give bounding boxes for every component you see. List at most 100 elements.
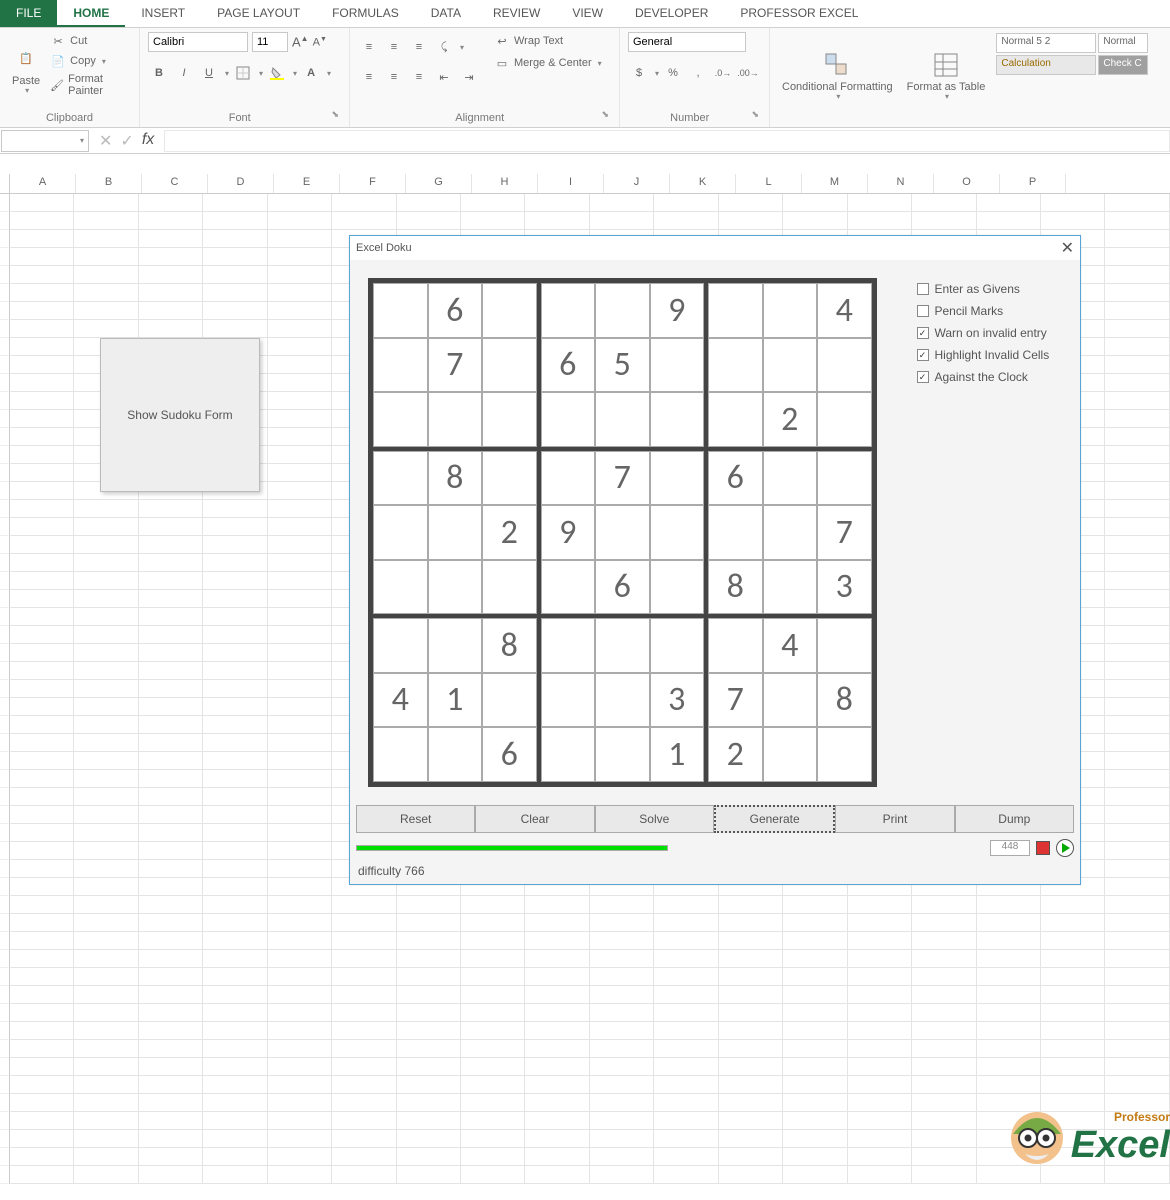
cell[interactable] <box>912 950 976 968</box>
sudoku-cell[interactable]: 7 <box>817 505 872 560</box>
cell[interactable] <box>1105 428 1169 446</box>
cell[interactable] <box>590 194 654 212</box>
cell[interactable] <box>203 644 267 662</box>
cell[interactable] <box>912 1076 976 1094</box>
cell[interactable] <box>268 644 332 662</box>
cell[interactable] <box>590 914 654 932</box>
cell[interactable] <box>1105 914 1169 932</box>
cell[interactable] <box>1041 212 1105 230</box>
cell[interactable] <box>10 1148 74 1166</box>
cell[interactable] <box>525 194 589 212</box>
cell[interactable] <box>74 1004 138 1022</box>
sudoku-cell[interactable]: 8 <box>482 618 537 673</box>
cell[interactable] <box>139 806 203 824</box>
cell[interactable] <box>268 1148 332 1166</box>
sudoku-cell[interactable] <box>482 338 537 393</box>
cell[interactable] <box>848 968 912 986</box>
cell[interactable] <box>848 932 912 950</box>
cell[interactable] <box>977 1076 1041 1094</box>
cell[interactable] <box>203 878 267 896</box>
cell[interactable] <box>203 194 267 212</box>
cell[interactable] <box>525 1040 589 1058</box>
cell[interactable] <box>74 194 138 212</box>
cell[interactable] <box>268 482 332 500</box>
cell[interactable] <box>10 194 74 212</box>
cell[interactable] <box>783 1094 847 1112</box>
cell[interactable] <box>1041 1040 1105 1058</box>
cell[interactable] <box>461 1166 525 1184</box>
sudoku-cell[interactable]: 6 <box>541 338 596 393</box>
cell[interactable] <box>10 500 74 518</box>
row-header-45[interactable] <box>0 986 10 1004</box>
cell[interactable] <box>1105 896 1169 914</box>
cell[interactable] <box>848 1112 912 1130</box>
cell[interactable] <box>977 1022 1041 1040</box>
cell[interactable] <box>977 950 1041 968</box>
stop-button[interactable] <box>1036 841 1050 855</box>
font-size-select[interactable] <box>252 32 288 52</box>
cell[interactable] <box>912 986 976 1004</box>
cell[interactable] <box>1105 698 1169 716</box>
style-normal52[interactable]: Normal 5 2 <box>996 33 1096 53</box>
row-header-47[interactable] <box>0 1022 10 1040</box>
cell[interactable] <box>1105 338 1169 356</box>
play-button[interactable] <box>1056 839 1074 857</box>
sudoku-cell[interactable] <box>763 338 818 393</box>
cell[interactable] <box>139 626 203 644</box>
cell[interactable] <box>848 896 912 914</box>
cell[interactable] <box>1105 878 1169 896</box>
align-top-button[interactable]: ≡ <box>358 36 380 58</box>
percent-button[interactable]: % <box>662 62 684 84</box>
sudoku-cell[interactable] <box>763 560 818 615</box>
cell[interactable] <box>397 1148 461 1166</box>
cell[interactable] <box>1105 716 1169 734</box>
row-header-6[interactable] <box>0 284 10 302</box>
cell[interactable] <box>74 824 138 842</box>
cell[interactable] <box>1105 662 1169 680</box>
row-header-5[interactable] <box>0 266 10 284</box>
cell[interactable] <box>74 320 138 338</box>
cell[interactable] <box>203 716 267 734</box>
cell[interactable] <box>268 212 332 230</box>
cell[interactable] <box>590 1040 654 1058</box>
column-header-F[interactable]: F <box>340 174 406 193</box>
row-header-54[interactable] <box>0 1148 10 1166</box>
row-header-37[interactable] <box>0 842 10 860</box>
cell[interactable] <box>139 770 203 788</box>
cell[interactable] <box>719 194 783 212</box>
option-highlight[interactable]: ✓Highlight Invalid Cells <box>917 344 1050 366</box>
cell[interactable] <box>74 1022 138 1040</box>
cell[interactable] <box>10 986 74 1004</box>
sudoku-cell[interactable]: 6 <box>595 560 650 615</box>
cell[interactable] <box>590 1166 654 1184</box>
cell[interactable] <box>139 824 203 842</box>
cell[interactable] <box>912 194 976 212</box>
cell[interactable] <box>525 1166 589 1184</box>
cell[interactable] <box>590 986 654 1004</box>
cell[interactable] <box>397 1004 461 1022</box>
cell[interactable] <box>268 770 332 788</box>
cut-button[interactable]: ✂Cut <box>50 32 131 50</box>
decrease-decimal-button[interactable]: .00→ <box>737 62 759 84</box>
row-header-49[interactable] <box>0 1058 10 1076</box>
clear-button[interactable]: Clear <box>475 805 594 833</box>
cell[interactable] <box>203 266 267 284</box>
sudoku-cell[interactable]: 2 <box>708 727 763 782</box>
cell[interactable] <box>139 788 203 806</box>
cell[interactable] <box>848 1094 912 1112</box>
cell[interactable] <box>332 1130 396 1148</box>
cell[interactable] <box>525 914 589 932</box>
cell[interactable] <box>74 212 138 230</box>
cell[interactable] <box>74 554 138 572</box>
cell[interactable] <box>332 1094 396 1112</box>
row-header-10[interactable] <box>0 356 10 374</box>
cell[interactable] <box>783 1112 847 1130</box>
underline-button[interactable]: U <box>198 62 220 84</box>
cell[interactable] <box>1105 536 1169 554</box>
cell[interactable] <box>74 914 138 932</box>
cell[interactable] <box>74 1130 138 1148</box>
cell[interactable] <box>74 1112 138 1130</box>
cell[interactable] <box>74 608 138 626</box>
sudoku-cell[interactable] <box>428 392 483 447</box>
cell[interactable] <box>912 1040 976 1058</box>
